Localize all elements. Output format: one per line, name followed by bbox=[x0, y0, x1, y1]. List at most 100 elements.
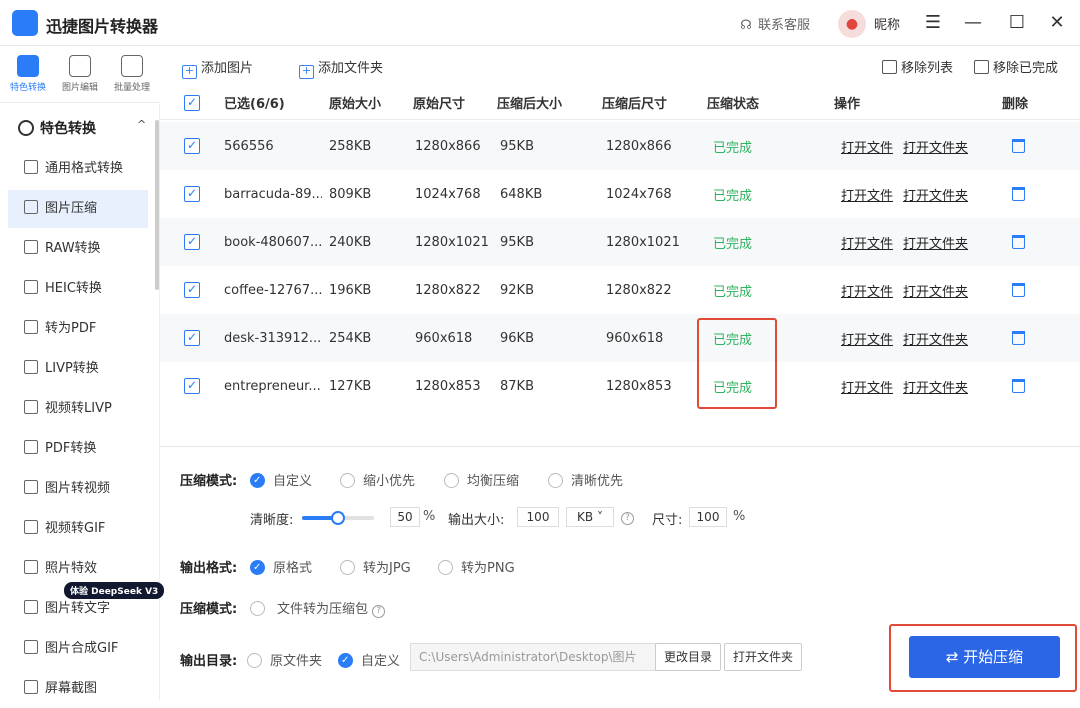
start-compress-button[interactable]: ⇄ 开始压缩 bbox=[909, 636, 1060, 678]
maximize-icon[interactable]: ☐ bbox=[1002, 8, 1032, 38]
comp-dim: 1024x768 bbox=[606, 186, 672, 202]
row-checkbox[interactable]: ✓ bbox=[184, 282, 200, 298]
change-dir-button[interactable]: 更改目录 bbox=[655, 643, 722, 671]
header-delete: 删除 bbox=[1002, 97, 1029, 112]
sidebar-item[interactable]: HEIC转换 bbox=[8, 270, 148, 308]
open-folder-link[interactable]: 打开文件夹 bbox=[903, 281, 968, 300]
open-file-link[interactable]: 打开文件 bbox=[841, 377, 893, 396]
trash-icon bbox=[882, 60, 897, 74]
remove-done-button[interactable]: 移除已完成 bbox=[974, 57, 1058, 76]
sidebar-item[interactable]: 屏幕截图 bbox=[8, 670, 148, 708]
sidebar-item[interactable]: 转为PDF bbox=[8, 310, 148, 348]
tab-feature-convert[interactable]: 特色转换 bbox=[2, 55, 54, 93]
tab-batch[interactable]: 批量处理 bbox=[106, 55, 158, 93]
zip-option[interactable]: 文件转为压缩包 ? bbox=[250, 598, 386, 618]
remove-list-button[interactable]: 移除列表 bbox=[882, 57, 953, 76]
sidebar-item[interactable]: 通用格式转换 bbox=[8, 150, 148, 188]
sidebar-scrollbar[interactable] bbox=[155, 120, 159, 290]
delete-trash-icon[interactable] bbox=[1012, 283, 1025, 297]
support-link[interactable]: ☊ 联系客服 bbox=[738, 14, 810, 33]
orig-size: 254KB bbox=[329, 330, 372, 346]
sidebar-item-label: PDF转换 bbox=[45, 441, 97, 456]
mode-small[interactable]: 缩小优先 bbox=[340, 470, 415, 489]
select-all-checkbox[interactable]: ✓ bbox=[184, 94, 200, 111]
orig-dim: 960x618 bbox=[415, 330, 473, 346]
clarity-slider[interactable] bbox=[302, 511, 374, 525]
sidebar-item[interactable]: 视频转LIVP bbox=[8, 390, 148, 428]
open-folder-link[interactable]: 打开文件夹 bbox=[903, 137, 968, 156]
mode-custom[interactable]: 自定义 bbox=[250, 470, 312, 489]
mode-clear[interactable]: 清晰优先 bbox=[548, 470, 623, 489]
sidebar-item-label: 视频转LIVP bbox=[45, 401, 112, 416]
open-file-link[interactable]: 打开文件 bbox=[841, 233, 893, 252]
add-image-button[interactable]: + 添加图片 bbox=[182, 57, 253, 79]
output-size-input[interactable]: 100 bbox=[517, 507, 559, 527]
deepseek-badge[interactable]: 体验 DeepSeek V3 bbox=[64, 582, 165, 599]
open-folder-link[interactable]: 打开文件夹 bbox=[903, 185, 968, 204]
open-folder-link[interactable]: 打开文件夹 bbox=[903, 233, 968, 252]
dir-custom-label: 自定义 bbox=[361, 654, 401, 669]
format-png[interactable]: 转为PNG bbox=[438, 557, 515, 576]
dir-original-label: 原文件夹 bbox=[270, 654, 323, 669]
dimension-input[interactable]: 100 bbox=[689, 507, 727, 527]
delete-trash-icon[interactable] bbox=[1012, 379, 1025, 393]
open-file-link[interactable]: 打开文件 bbox=[841, 137, 893, 156]
sidebar-item[interactable]: 图片压缩 bbox=[8, 190, 148, 228]
open-folder-button[interactable]: 打开文件夹 bbox=[724, 643, 803, 671]
open-folder-link[interactable]: 打开文件夹 bbox=[903, 377, 968, 396]
format-jpg[interactable]: 转为JPG bbox=[340, 557, 411, 576]
dir-label: 输出目录: bbox=[180, 654, 238, 669]
mode-balanced[interactable]: 均衡压缩 bbox=[444, 470, 519, 489]
support-label: 联系客服 bbox=[758, 18, 811, 33]
delete-trash-icon[interactable] bbox=[1012, 235, 1025, 249]
tool-icon bbox=[24, 400, 38, 414]
minimize-icon[interactable]: — bbox=[958, 8, 988, 38]
delete-trash-icon[interactable] bbox=[1012, 187, 1025, 201]
tool-icon bbox=[24, 520, 38, 534]
nickname[interactable]: 昵称 bbox=[874, 14, 900, 33]
collapse-caret-icon[interactable]: ^ bbox=[137, 118, 146, 131]
menu-icon[interactable]: ☰ bbox=[918, 8, 948, 38]
help-icon[interactable]: ? bbox=[621, 509, 634, 525]
open-file-link[interactable]: 打开文件 bbox=[841, 185, 893, 204]
format-original[interactable]: 原格式 bbox=[250, 557, 312, 576]
output-size-unit-select[interactable]: KB ˅ bbox=[566, 507, 614, 527]
tool-icon bbox=[24, 440, 38, 454]
mode-small-label: 缩小优先 bbox=[363, 474, 416, 489]
tab-label: 图片编辑 bbox=[61, 83, 98, 93]
table-row: ✓ desk-313912... 254KB 960x618 96KB 960x618 已完… bbox=[160, 314, 1080, 362]
row-checkbox[interactable]: ✓ bbox=[184, 234, 200, 250]
dir-original[interactable]: 原文件夹 bbox=[247, 650, 322, 669]
orig-dim: 1024x768 bbox=[415, 186, 481, 202]
delete-trash-icon[interactable] bbox=[1012, 331, 1025, 345]
sidebar-item[interactable]: RAW转换 bbox=[8, 230, 148, 268]
open-folder-link[interactable]: 打开文件夹 bbox=[903, 329, 968, 348]
sidebar-item[interactable]: 图片合成GIF bbox=[8, 630, 148, 668]
row-checkbox[interactable]: ✓ bbox=[184, 330, 200, 346]
tool-icon bbox=[24, 320, 38, 334]
dir-custom[interactable]: 自定义 bbox=[338, 650, 400, 669]
delete-trash-icon[interactable] bbox=[1012, 139, 1025, 153]
row-checkbox[interactable]: ✓ bbox=[184, 186, 200, 202]
sidebar-item[interactable]: LIVP转换 bbox=[8, 350, 148, 388]
clarity-slider-knob[interactable] bbox=[331, 511, 345, 525]
sidebar-section-title[interactable]: 特色转换 bbox=[18, 118, 96, 138]
radio-icon bbox=[438, 560, 453, 575]
open-file-link[interactable]: 打开文件 bbox=[841, 329, 893, 348]
row-checkbox[interactable]: ✓ bbox=[184, 378, 200, 394]
row-checkbox[interactable]: ✓ bbox=[184, 138, 200, 154]
tab-image-edit[interactable]: 图片编辑 bbox=[54, 55, 106, 93]
output-path-field[interactable]: C:\Users\Administrator\Desktop\图片 bbox=[410, 643, 656, 671]
format-jpg-label: 转为JPG bbox=[363, 561, 411, 576]
header-orig-dim: 原始尺寸 bbox=[413, 97, 466, 112]
status-done: 已完成 bbox=[713, 140, 753, 156]
help-icon[interactable]: ? bbox=[372, 605, 386, 618]
sidebar-item[interactable]: 图片转视频 bbox=[8, 470, 148, 508]
open-file-link[interactable]: 打开文件 bbox=[841, 281, 893, 300]
add-folder-button[interactable]: + 添加文件夹 bbox=[299, 57, 383, 79]
clarity-input[interactable]: 50 bbox=[390, 507, 420, 527]
close-icon[interactable]: ✕ bbox=[1042, 8, 1072, 38]
sidebar-item[interactable]: 视频转GIF bbox=[8, 510, 148, 548]
avatar[interactable]: ● bbox=[838, 10, 866, 38]
sidebar-item[interactable]: PDF转换 bbox=[8, 430, 148, 468]
